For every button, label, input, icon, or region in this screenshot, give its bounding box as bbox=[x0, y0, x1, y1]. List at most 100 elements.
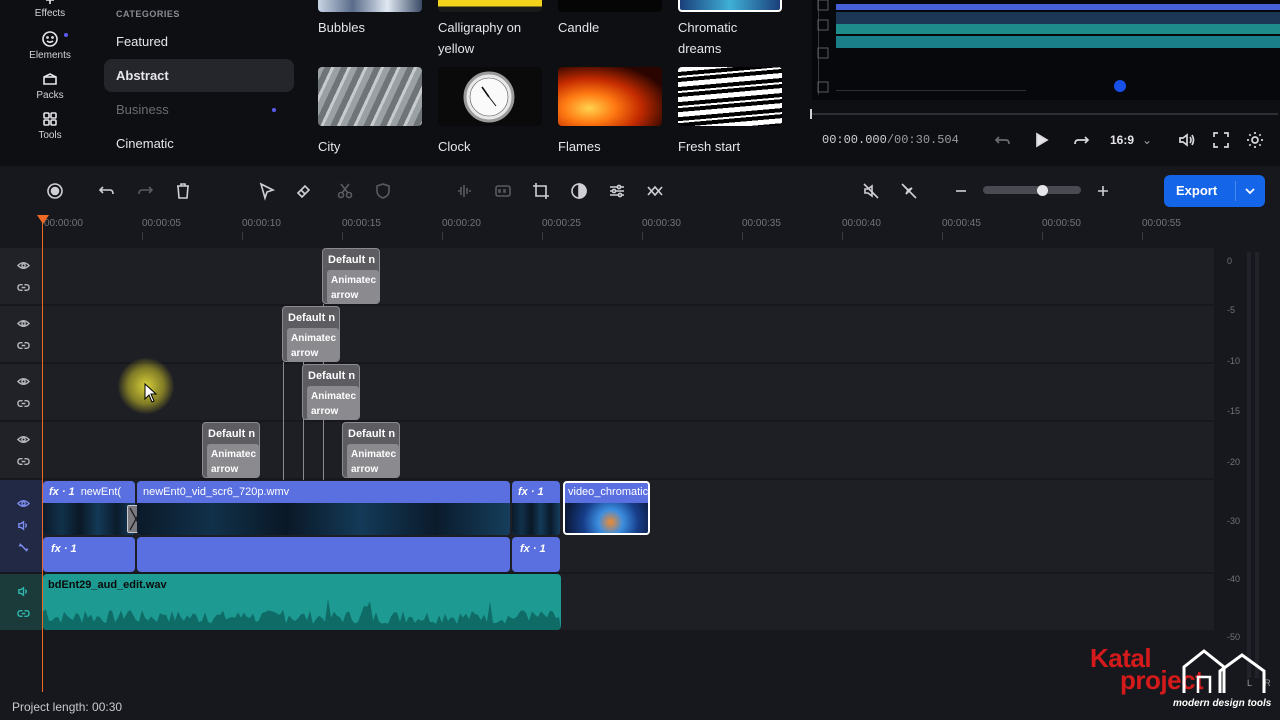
zoom-slider-knob[interactable] bbox=[1037, 185, 1048, 196]
select-tool-button[interactable] bbox=[257, 181, 277, 201]
eye-icon[interactable] bbox=[16, 317, 31, 330]
aspect-ratio-select[interactable]: 16:9 ⌄ bbox=[1110, 133, 1152, 147]
settings-button[interactable] bbox=[1245, 130, 1265, 150]
shield-button[interactable] bbox=[373, 181, 393, 201]
link-icon[interactable] bbox=[17, 455, 30, 468]
category-business[interactable]: Business bbox=[104, 93, 294, 126]
ruler-tick bbox=[742, 232, 743, 240]
cut-button[interactable] bbox=[335, 181, 355, 201]
nav-effects[interactable]: Effects bbox=[0, 0, 100, 19]
category-cinematic[interactable]: Cinematic bbox=[104, 127, 294, 160]
zoom-slider[interactable] bbox=[983, 186, 1081, 194]
undo-preview-button[interactable] bbox=[993, 130, 1013, 150]
detached-audio-clip[interactable]: fx · 1 bbox=[43, 537, 135, 572]
ruler-label: 00:00:10 bbox=[242, 218, 281, 229]
split-audio-button[interactable] bbox=[455, 181, 475, 201]
eye-icon[interactable] bbox=[16, 497, 31, 510]
track-header bbox=[0, 364, 42, 422]
contrast-icon bbox=[571, 183, 587, 199]
play-button[interactable] bbox=[1031, 130, 1051, 150]
time-ruler[interactable]: 00:00:00 00:00:05 00:00:10 00:00:15 00:0… bbox=[0, 216, 1280, 246]
text-clip[interactable]: Default n Animatec arrow bbox=[202, 422, 260, 478]
eye-icon[interactable] bbox=[16, 433, 31, 446]
house-logo-icon bbox=[1182, 649, 1266, 693]
db-label: -5 bbox=[1227, 305, 1236, 315]
speaker-icon[interactable] bbox=[17, 585, 30, 598]
link-icon[interactable] bbox=[17, 281, 30, 294]
export-button[interactable]: Export bbox=[1164, 175, 1265, 207]
effect-flames[interactable]: Flames bbox=[558, 67, 662, 157]
effect-city[interactable]: City bbox=[318, 67, 422, 157]
pointer-icon bbox=[259, 182, 276, 201]
magnet-off-button[interactable] bbox=[899, 181, 919, 201]
effect-candle[interactable]: Candle bbox=[558, 0, 662, 38]
categories-panel: CATEGORIES Featured Abstract Business Ci… bbox=[104, 0, 294, 166]
text-track-3[interactable] bbox=[42, 364, 1214, 422]
fullscreen-button[interactable] bbox=[1211, 130, 1231, 150]
text-clip[interactable]: Default n Animatec arrow bbox=[302, 364, 360, 420]
adjust-button[interactable] bbox=[607, 181, 627, 201]
speaker-icon[interactable] bbox=[17, 519, 30, 532]
mute-icon bbox=[863, 183, 879, 199]
preview-screen[interactable] bbox=[812, 0, 1280, 100]
redo-preview-button[interactable] bbox=[1071, 130, 1091, 150]
mute-button[interactable] bbox=[861, 181, 881, 201]
razor-tool-button[interactable] bbox=[294, 181, 314, 201]
effect-thumbnail bbox=[318, 67, 422, 126]
text-clip[interactable]: Default n Animatec arrow bbox=[322, 248, 380, 304]
text-track-1[interactable] bbox=[42, 248, 1214, 306]
effect-fresh-start[interactable]: Fresh start bbox=[678, 67, 782, 157]
record-button[interactable] bbox=[45, 181, 65, 201]
nav-elements[interactable]: Elements bbox=[0, 30, 100, 61]
color-button[interactable] bbox=[569, 181, 589, 201]
detached-audio-clip[interactable] bbox=[137, 537, 510, 572]
undo-button[interactable] bbox=[97, 181, 117, 201]
audio-clip[interactable]: bdEnt29_aud_edit.wav bbox=[43, 574, 561, 630]
eraser-icon bbox=[296, 184, 311, 199]
category-featured[interactable]: Featured bbox=[104, 25, 294, 58]
text-clip[interactable]: Default n Animatec arrow bbox=[342, 422, 400, 478]
zoom-out-button[interactable] bbox=[951, 181, 971, 201]
video-clip-selected[interactable]: video_chromatic bbox=[563, 481, 650, 535]
timeline-toolbar bbox=[0, 166, 1280, 216]
effect-calligraphy[interactable]: Calligraphy on yellow bbox=[438, 0, 542, 59]
video-clip[interactable]: newEnt0_vid_scr6_720p.wmv bbox=[137, 481, 510, 535]
nav-tools[interactable]: Tools bbox=[0, 110, 100, 141]
chevron-down-icon[interactable] bbox=[1241, 182, 1259, 200]
playhead-handle[interactable] bbox=[37, 215, 49, 224]
effect-thumbnail bbox=[438, 67, 542, 126]
fx-badge: fx · 1 bbox=[520, 543, 546, 555]
progress-knob[interactable] bbox=[810, 109, 812, 119]
effect-label: Clock bbox=[438, 139, 471, 154]
zoom-in-button[interactable] bbox=[1093, 181, 1113, 201]
gear-icon bbox=[1247, 132, 1263, 148]
text-track-2[interactable] bbox=[42, 306, 1214, 364]
captions-button[interactable] bbox=[493, 181, 513, 201]
effect-bubbles[interactable]: Bubbles bbox=[318, 0, 422, 38]
link-icon[interactable] bbox=[17, 397, 30, 410]
delete-button[interactable] bbox=[173, 181, 193, 201]
unlink-icon[interactable] bbox=[17, 541, 30, 554]
captions-icon bbox=[495, 185, 511, 197]
eye-icon[interactable] bbox=[16, 375, 31, 388]
playhead[interactable] bbox=[42, 222, 43, 692]
redo-button[interactable] bbox=[135, 181, 155, 201]
effect-clock[interactable]: Clock bbox=[438, 67, 542, 157]
category-abstract[interactable]: Abstract bbox=[104, 59, 294, 92]
timecode-current: 00:00.000 bbox=[822, 133, 887, 147]
preview-progress-bar[interactable] bbox=[810, 109, 1278, 119]
link-icon[interactable] bbox=[17, 607, 30, 620]
eye-icon[interactable] bbox=[16, 259, 31, 272]
transition-button[interactable] bbox=[645, 181, 665, 201]
text-clip[interactable]: Default n Animatec arrow bbox=[282, 306, 340, 362]
crop-icon bbox=[533, 183, 549, 199]
video-clip[interactable]: fx · 1 bbox=[512, 481, 560, 535]
link-icon[interactable] bbox=[17, 339, 30, 352]
video-clip[interactable]: fx · 1 newEnt( bbox=[43, 481, 135, 535]
crop-button[interactable] bbox=[531, 181, 551, 201]
detached-audio-clip[interactable]: fx · 1 bbox=[512, 537, 560, 572]
volume-button[interactable] bbox=[1177, 130, 1197, 150]
nav-packs[interactable]: Packs bbox=[0, 70, 100, 101]
track-header bbox=[0, 306, 42, 364]
effect-chromatic-dreams[interactable]: Chromatic dreams bbox=[678, 0, 782, 59]
